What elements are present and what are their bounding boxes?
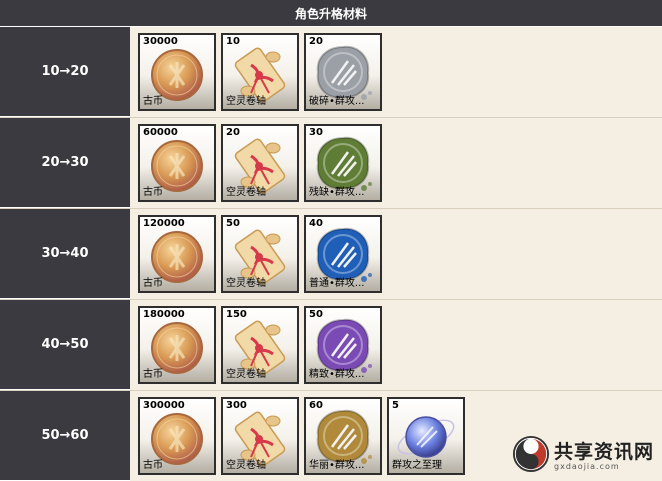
- material-list: 60000 古币 20 空灵卷轴 30 残缺•群攻...: [130, 118, 662, 208]
- material-card[interactable]: 50 精致•群攻...: [304, 306, 382, 384]
- material-card[interactable]: 10 空灵卷轴: [221, 33, 299, 111]
- material-list: 180000 古币 150 空灵卷轴 50 精致•群攻...: [130, 300, 662, 390]
- level-range: 40→50: [0, 300, 130, 390]
- material-quantity: 20: [309, 36, 323, 47]
- material-card[interactable]: 40 普通•群攻...: [304, 215, 382, 293]
- level-range: 20→30: [0, 118, 130, 208]
- material-quantity: 5: [392, 400, 399, 411]
- material-card[interactable]: 20 空灵卷轴: [221, 124, 299, 202]
- material-name: 普通•群攻...: [309, 278, 365, 289]
- material-name: 华丽•群攻...: [309, 460, 365, 471]
- logo-icon: [512, 435, 550, 473]
- material-name: 古币: [143, 369, 163, 380]
- material-name: 古币: [143, 460, 163, 471]
- material-name: 空灵卷轴: [226, 187, 266, 198]
- material-list: 120000 古币 50 空灵卷轴 40 普通•群攻...: [130, 209, 662, 299]
- watermark-title: 共享资讯网: [554, 441, 655, 463]
- material-card[interactable]: 60000 古币: [138, 124, 216, 202]
- material-card[interactable]: 50 空灵卷轴: [221, 215, 299, 293]
- material-card[interactable]: 300 空灵卷轴: [221, 397, 299, 475]
- material-name: 空灵卷轴: [226, 369, 266, 380]
- material-quantity: 30: [309, 127, 323, 138]
- table-title: 角色升格材料: [294, 6, 367, 21]
- material-quantity: 20: [226, 127, 240, 138]
- material-name: 古币: [143, 278, 163, 289]
- material-name: 古币: [143, 187, 163, 198]
- material-name: 残缺•群攻...: [309, 187, 365, 198]
- material-quantity: 180000: [143, 309, 185, 320]
- material-name: 精致•群攻...: [309, 369, 365, 380]
- material-quantity: 120000: [143, 218, 185, 229]
- material-card[interactable]: 150 空灵卷轴: [221, 306, 299, 384]
- level-range: 50→60: [0, 391, 130, 481]
- material-quantity: 30000: [143, 36, 178, 47]
- material-name: 古币: [143, 96, 163, 107]
- material-quantity: 300: [226, 400, 247, 411]
- material-name: 破碎•群攻...: [309, 96, 365, 107]
- table-body: 10→20 30000 古币 10 空灵卷轴 20 破碎•群攻... 20→30 60000 古币…: [0, 27, 662, 481]
- material-name: 群攻之至理: [392, 460, 442, 471]
- material-card[interactable]: 30000 古币: [138, 33, 216, 111]
- level-range: 10→20: [0, 27, 130, 117]
- watermark: 共享资讯网 gxdaojia.com: [512, 432, 658, 476]
- material-name: 空灵卷轴: [226, 96, 266, 107]
- material-list: 30000 古币 10 空灵卷轴 20 破碎•群攻...: [130, 27, 662, 117]
- material-quantity: 300000: [143, 400, 185, 411]
- material-quantity: 50: [309, 309, 323, 320]
- material-card[interactable]: 30 残缺•群攻...: [304, 124, 382, 202]
- material-card[interactable]: 180000 古币: [138, 306, 216, 384]
- level-row: 40→50 180000 古币 150 空灵卷轴 50 精致•群攻...: [0, 300, 662, 391]
- material-name: 空灵卷轴: [226, 278, 266, 289]
- material-card[interactable]: 300000 古币: [138, 397, 216, 475]
- material-table: 角色升格材料 10→20 30000 古币 10 空灵卷轴 20 破碎•群攻... 20→30…: [0, 0, 662, 481]
- material-name: 空灵卷轴: [226, 460, 266, 471]
- level-row: 30→40 120000 古币 50 空灵卷轴 40 普通•群攻...: [0, 209, 662, 300]
- table-header: 角色升格材料: [0, 0, 662, 27]
- level-row: 20→30 60000 古币 20 空灵卷轴 30 残缺•群攻...: [0, 118, 662, 209]
- material-quantity: 60000: [143, 127, 178, 138]
- level-range: 30→40: [0, 209, 130, 299]
- material-quantity: 50: [226, 218, 240, 229]
- material-card[interactable]: 60 华丽•群攻...: [304, 397, 382, 475]
- material-quantity: 10: [226, 36, 240, 47]
- level-row: 10→20 30000 古币 10 空灵卷轴 20 破碎•群攻...: [0, 27, 662, 118]
- material-quantity: 60: [309, 400, 323, 411]
- material-card[interactable]: 5 群攻之至理: [387, 397, 465, 475]
- material-quantity: 40: [309, 218, 323, 229]
- material-quantity: 150: [226, 309, 247, 320]
- material-card[interactable]: 20 破碎•群攻...: [304, 33, 382, 111]
- material-card[interactable]: 120000 古币: [138, 215, 216, 293]
